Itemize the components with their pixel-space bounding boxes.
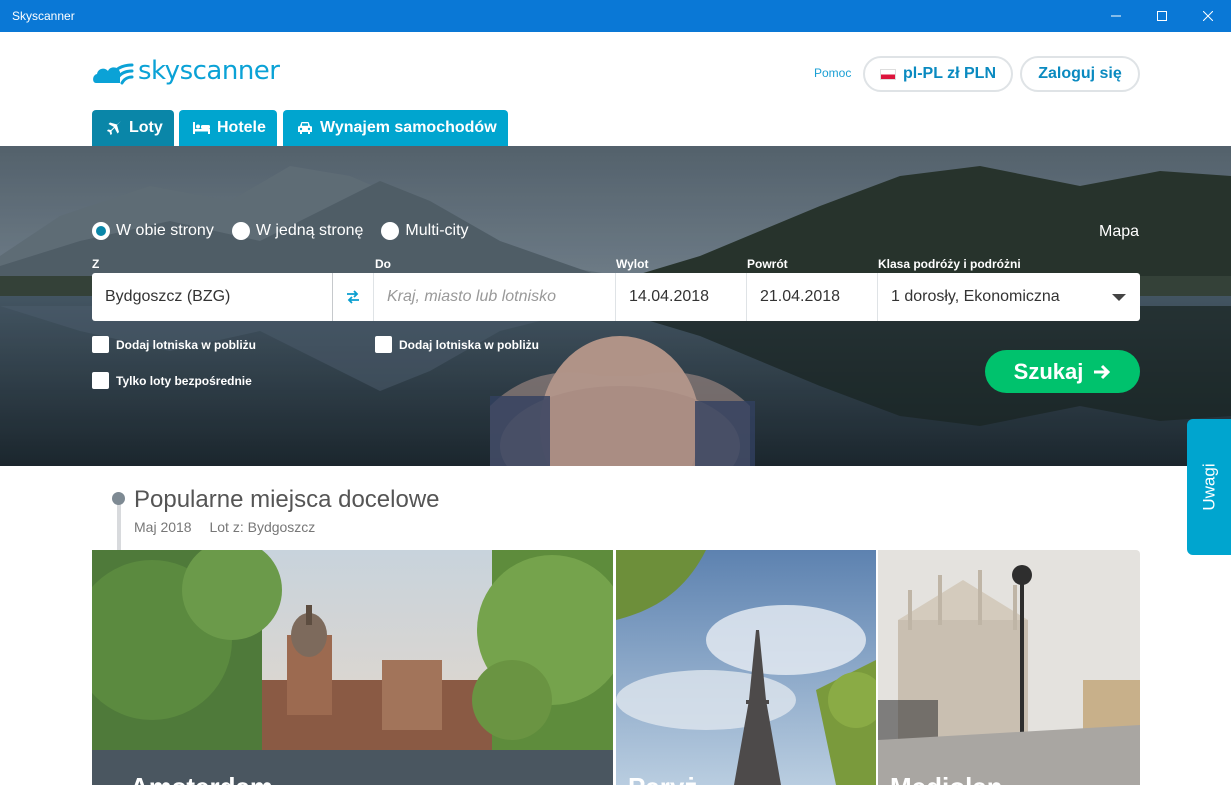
car-icon <box>298 122 312 134</box>
trip-type-group: W obie strony W jedną stronę Multi-city <box>92 222 487 240</box>
search-fields-bar: Bydgoszcz (BZG) Kraj, miasto lub lotnisk… <box>92 273 1140 321</box>
destination-name-milan: Mediolan <box>890 772 1003 785</box>
nearby-airports-to-checkbox[interactable]: Dodaj lotniska w pobliżu <box>375 336 539 353</box>
direct-flights-checkbox[interactable]: Tylko loty bezpośrednie <box>92 372 252 389</box>
radio-multi-city[interactable]: Multi-city <box>381 222 469 240</box>
nearby-airports-to-box <box>375 336 392 353</box>
destination-card-paris[interactable]: Paryż <box>616 550 876 785</box>
search-button-label: Szukaj <box>1013 358 1084 384</box>
skyscanner-logo[interactable]: skyscanner <box>92 55 280 87</box>
close-button[interactable] <box>1185 0 1231 32</box>
tab-flights[interactable]: Loty <box>92 110 174 146</box>
tab-hotels-label: Hotele <box>217 119 266 136</box>
destination-name-amsterdam: Amsterdam <box>130 772 273 785</box>
poland-flag-icon <box>879 68 896 80</box>
popular-meta: Maj 2018 Lot z: Bydgoszcz <box>134 519 329 535</box>
minimize-icon <box>1111 15 1121 17</box>
plane-icon <box>107 121 121 135</box>
feedback-label: Uwagi <box>1200 463 1219 511</box>
destination-card-amsterdam[interactable]: Amsterdam <box>92 550 613 785</box>
tab-car-hire[interactable]: Wynajem samochodów <box>283 110 508 146</box>
tab-flights-label: Loty <box>129 119 163 136</box>
milan-photo <box>878 550 1140 785</box>
swap-airports-button[interactable] <box>332 273 374 321</box>
radio-one-way-label: W jedną stronę <box>255 222 364 239</box>
nearby-airports-from-checkbox[interactable]: Dodaj lotniska w pobliżu <box>92 336 256 353</box>
window-title: Skyscanner <box>12 9 75 23</box>
return-date-input[interactable]: 21.04.2018 <box>747 273 878 321</box>
radio-multi-city-indicator <box>381 222 400 240</box>
destination-name-paris: Paryż <box>628 772 697 785</box>
nearby-airports-from-box <box>92 336 109 353</box>
to-input[interactable]: Kraj, miasto lub lotnisko <box>374 273 616 321</box>
popular-title: Popularne miejsca docelowe <box>134 486 440 513</box>
from-label: Z <box>92 257 100 271</box>
radio-return[interactable]: W obie strony <box>92 222 214 240</box>
radio-return-label: W obie strony <box>116 222 214 239</box>
depart-date-input[interactable]: 14.04.2018 <box>616 273 747 321</box>
maximize-button[interactable] <box>1139 0 1185 32</box>
maximize-icon <box>1157 11 1167 21</box>
direct-flights-label: Tylko loty bezpośrednie <box>116 373 252 388</box>
help-link[interactable]: Pomoc <box>814 66 851 80</box>
radio-multi-city-label: Multi-city <box>405 222 469 239</box>
cloud-logo-icon <box>93 63 134 85</box>
popular-month: Maj 2018 <box>134 519 192 535</box>
search-button[interactable]: Szukaj <box>985 350 1140 393</box>
paris-photo <box>616 550 876 785</box>
window-titlebar: Skyscanner <box>0 0 1231 32</box>
destination-card-milan[interactable]: Mediolan <box>878 550 1140 785</box>
cabin-travellers-value: 1 dorosły, Ekonomiczna <box>891 288 1060 305</box>
nearby-airports-to-label: Dodaj lotniska w pobliżu <box>399 337 540 352</box>
to-label: Do <box>375 257 391 271</box>
feedback-tab[interactable]: Uwagi <box>1187 419 1231 555</box>
amsterdam-photo <box>92 550 613 785</box>
tab-car-hire-label: Wynajem samochodów <box>320 119 497 136</box>
return-label: Powrót <box>747 257 788 271</box>
direct-flights-box <box>92 372 109 389</box>
login-button[interactable]: Zaloguj się <box>1020 56 1140 92</box>
nearby-airports-from-label: Dodaj lotniska w pobliżu <box>116 337 257 352</box>
caret-down-icon <box>1112 294 1126 301</box>
timeline-dot <box>112 492 125 505</box>
from-input[interactable]: Bydgoszcz (BZG) <box>92 273 332 321</box>
cabin-travellers-select[interactable]: 1 dorosły, Ekonomiczna <box>878 273 1140 321</box>
arrow-right-icon <box>1094 364 1111 379</box>
radio-one-way-indicator <box>231 222 250 240</box>
locale-currency-button[interactable]: pl-PL zł PLN <box>863 56 1013 92</box>
login-label: Zaloguj się <box>1038 65 1122 82</box>
swap-arrows-icon <box>347 290 359 304</box>
depart-label: Wylot <box>616 257 649 271</box>
tab-hotels[interactable]: Hotele <box>179 110 277 146</box>
radio-return-indicator <box>92 222 110 240</box>
locale-label: pl-PL zł PLN <box>902 65 997 82</box>
close-icon <box>1203 11 1213 21</box>
bed-icon <box>193 122 210 134</box>
cabin-label: Klasa podróży i podróżni <box>878 257 1021 271</box>
popular-origin: Lot z: Bydgoszcz <box>209 519 316 535</box>
logo-text: skyscanner <box>138 56 280 86</box>
radio-one-way[interactable]: W jedną stronę <box>231 222 364 240</box>
map-link[interactable]: Mapa <box>1099 223 1139 241</box>
minimize-button[interactable] <box>1093 0 1139 32</box>
